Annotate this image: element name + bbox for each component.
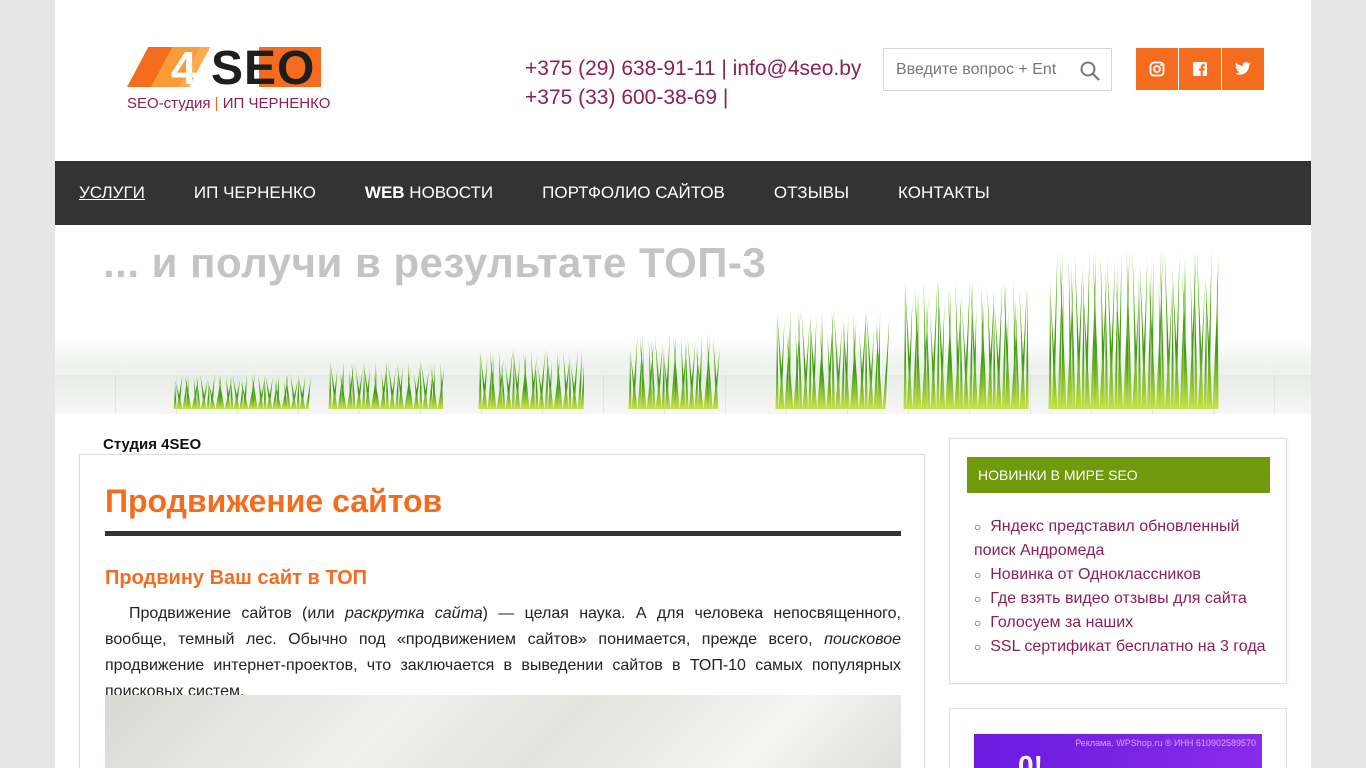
- email-link[interactable]: info@4seo.by: [733, 57, 862, 80]
- nav-item-portfolio[interactable]: ПОРТФОЛИО САЙТОВ: [542, 183, 725, 203]
- para-em-1: раскрутка сайта: [344, 605, 483, 622]
- news-link[interactable]: Голосуем за наших: [990, 614, 1133, 631]
- bullet-icon: ○: [974, 616, 982, 630]
- grass-tuft: [775, 309, 890, 409]
- ad-widget: Реклама. WPShop.ru ® ИНН 610902589570 0!: [949, 708, 1287, 768]
- para-em-2: поисковое: [824, 631, 901, 648]
- para-text-3: продвижение интернет-проектов, что заклю…: [105, 657, 901, 700]
- list-item: ○ Голосуем за наших: [974, 611, 1270, 635]
- news-link[interactable]: SSL сертификат бесплатно на 3 года: [990, 638, 1265, 655]
- nav-item-web-news-label: НОВОСТИ: [404, 183, 494, 202]
- header-contacts: +375 (29) 638-91-11 | info@4seo.by +375 …: [525, 54, 861, 112]
- grass-tuft: [903, 279, 1029, 409]
- logo-tagline: SEO-студия | ИП ЧЕРНЕНКО: [127, 95, 330, 112]
- ad-label: Реклама. WPShop.ru ® ИНН 610902589570: [1075, 738, 1256, 748]
- logo-tagline-separator: |: [214, 95, 219, 112]
- article-image: [105, 695, 901, 768]
- nav-item-web-news-bold: WEB: [364, 183, 405, 202]
- news-link[interactable]: Новинка от Одноклассников: [990, 566, 1201, 583]
- twitter-button[interactable]: [1222, 48, 1264, 90]
- logo-tagline-right: ИП ЧЕРНЕНКО: [222, 95, 331, 112]
- search-icon[interactable]: [1079, 60, 1101, 82]
- nav-item-services[interactable]: УСЛУГИ: [79, 183, 145, 203]
- bullet-icon: ○: [974, 640, 982, 654]
- grass-tuft: [1048, 249, 1219, 409]
- nav-item-ip-chernenko[interactable]: ИП ЧЕРНЕНКО: [194, 183, 316, 203]
- section-heading: Продвину Ваш сайт в ТОП: [105, 567, 368, 589]
- list-item: ○ Яндекс представил обновленный поиск Анд…: [974, 515, 1270, 563]
- article-card: Продвижение сайтов Продвину Ваш сайт в Т…: [79, 454, 925, 768]
- logo-tagline-left: SEO-студия: [127, 95, 211, 112]
- ad-banner[interactable]: Реклама. WPShop.ru ® ИНН 610902589570 0!: [974, 734, 1262, 768]
- list-item: ○ Где взять видео отзывы для сайта: [974, 587, 1270, 611]
- facebook-icon: [1193, 62, 1207, 76]
- instagram-button[interactable]: [1136, 48, 1178, 90]
- nav-item-web-news[interactable]: WEB НОВОСТИ: [365, 183, 493, 203]
- title-divider: [105, 531, 901, 536]
- search-box: [883, 48, 1112, 91]
- site-logo[interactable]: 4 SEO SEO-студия | ИП ЧЕРНЕНКО: [127, 42, 330, 112]
- bullet-icon: ○: [974, 520, 982, 534]
- nav-item-reviews[interactable]: ОТЗЫВЫ: [774, 183, 849, 203]
- bullet-icon: ○: [974, 568, 982, 582]
- seo-news-list: ○ Яндекс представил обновленный поиск Анд…: [974, 515, 1270, 659]
- search-input[interactable]: [884, 49, 1074, 90]
- news-link[interactable]: Яндекс представил обновленный поиск Андр…: [974, 518, 1239, 559]
- contact-separator: |: [721, 57, 727, 80]
- bullet-icon: ○: [974, 592, 982, 606]
- grass-tuft: [328, 361, 445, 409]
- grass-tuft: [628, 334, 720, 409]
- nav-item-contacts[interactable]: КОНТАКТЫ: [898, 183, 990, 203]
- breadcrumb[interactable]: Студия 4SEO: [103, 436, 201, 453]
- contact-separator: |: [722, 86, 729, 109]
- grass-growth-illustration: [173, 249, 1219, 409]
- logo-mark: 4 SEO: [127, 42, 321, 95]
- list-item: ○ SSL сертификат бесплатно на 3 года: [974, 635, 1270, 659]
- instagram-icon: [1149, 61, 1165, 77]
- hero-banner: ... и получи в результате ТОП-3: [55, 225, 1311, 414]
- ad-glyph: 0!: [1018, 750, 1043, 768]
- intro-paragraph: Продвижение сайтов (или раскрутка сайта)…: [105, 601, 901, 705]
- main-nav: УСЛУГИ ИП ЧЕРНЕНКО WEB НОВОСТИ ПОРТФОЛИО…: [55, 161, 1311, 225]
- grass-tuft: [173, 373, 311, 409]
- news-link[interactable]: Где взять видео отзывы для сайта: [990, 590, 1247, 607]
- twitter-icon: [1235, 62, 1251, 75]
- list-item: ○ Новинка от Одноклассников: [974, 563, 1270, 587]
- page-title: Продвижение сайтов: [105, 483, 443, 519]
- page: 4 SEO SEO-студия | ИП ЧЕРНЕНКО +375 (29)…: [55, 0, 1311, 768]
- grass-tuft: [478, 349, 584, 409]
- facebook-button[interactable]: [1179, 48, 1221, 90]
- para-text-1: Продвижение сайтов (или: [129, 605, 345, 622]
- seo-news-widget: НОВИНКИ В МИРЕ SEO ○ Яндекс представил об…: [949, 438, 1287, 684]
- widget-title: НОВИНКИ В МИРЕ SEO: [967, 457, 1270, 493]
- social-links: [1136, 48, 1264, 90]
- phone-link-2[interactable]: +375 (33) 600-38-69: [525, 86, 717, 109]
- phone-link-1[interactable]: +375 (29) 638-91-11: [525, 57, 716, 80]
